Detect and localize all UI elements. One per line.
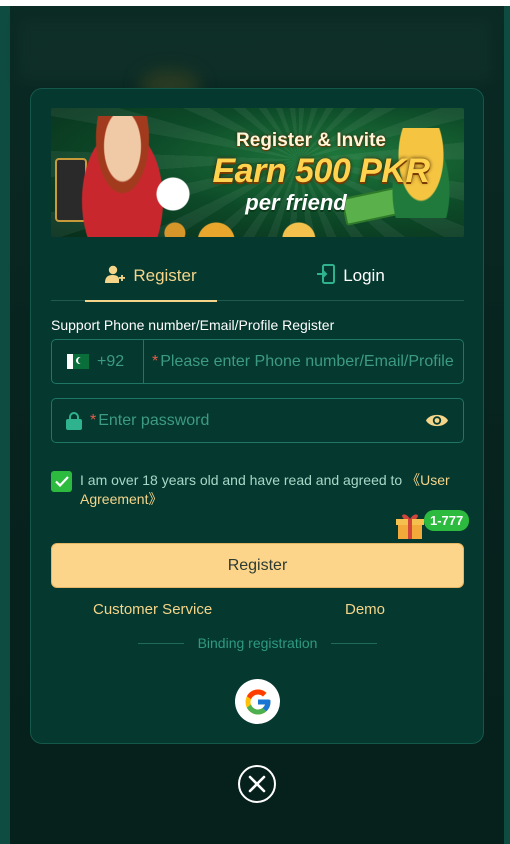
pakistan-flag-icon[interactable] <box>67 354 89 369</box>
binding-label: Binding registration <box>197 635 318 651</box>
google-login-button[interactable] <box>235 679 280 724</box>
banner-subline: per friend <box>245 190 347 215</box>
agreement-row: I am over 18 years old and have read and… <box>51 471 471 509</box>
promo-banner[interactable]: Register & Invite Earn 500 PKR per frien… <box>51 108 464 237</box>
register-button[interactable]: Register <box>51 543 464 588</box>
banner-amount: Earn 500 PKR <box>212 152 431 190</box>
close-modal-button[interactable] <box>238 765 276 803</box>
required-mark: * <box>90 411 97 429</box>
customer-service-link[interactable]: Customer Service <box>93 601 212 618</box>
checkmark-icon <box>54 476 69 487</box>
lock-icon <box>66 411 82 430</box>
demo-link[interactable]: Demo <box>345 601 385 618</box>
google-icon <box>245 689 270 714</box>
close-icon <box>248 775 266 793</box>
auth-tabs: Register Login <box>51 251 464 302</box>
agreement-checkbox[interactable] <box>51 471 72 492</box>
eye-icon[interactable] <box>425 412 449 429</box>
agreement-statement: I am over 18 years old and have read and… <box>80 472 407 488</box>
tab-register[interactable]: Register <box>85 251 217 302</box>
user-agreement-link-end[interactable]: Agreement》 <box>80 491 162 507</box>
register-modal: Register & Invite Earn 500 PKR per frien… <box>30 88 484 744</box>
backdrop-edge-left <box>0 6 10 844</box>
user-add-icon <box>105 265 126 288</box>
user-agreement-link[interactable]: 《User <box>406 472 450 488</box>
login-icon <box>317 263 336 289</box>
account-field[interactable]: +92 * Please enter Phone number/Email/Pr… <box>51 339 464 384</box>
agreement-text: I am over 18 years old and have read and… <box>80 471 450 509</box>
chicken-image <box>151 176 195 212</box>
divider-line <box>331 642 378 644</box>
banner-headline: Register & Invite <box>236 130 386 151</box>
password-field[interactable]: * Enter password <box>51 398 464 443</box>
gift-icon[interactable] <box>395 511 425 541</box>
promo-badge: 1-777 <box>424 510 470 531</box>
support-label: Support Phone number/Email/Profile Regis… <box>51 317 335 333</box>
required-mark: * <box>152 352 159 370</box>
tab-login[interactable]: Login <box>291 251 411 301</box>
divider-line <box>137 642 184 644</box>
country-code[interactable]: +92 <box>97 353 133 371</box>
account-input[interactable]: Please enter Phone number/Email/Profile <box>160 353 454 371</box>
password-input[interactable]: Enter password <box>98 412 209 430</box>
field-divider <box>143 340 144 383</box>
tab-login-label: Login <box>343 266 385 285</box>
tab-register-label: Register <box>133 266 197 285</box>
blurred-header <box>20 20 490 80</box>
backdrop-edge-right <box>504 6 510 844</box>
binding-divider: Binding registration <box>135 635 380 651</box>
